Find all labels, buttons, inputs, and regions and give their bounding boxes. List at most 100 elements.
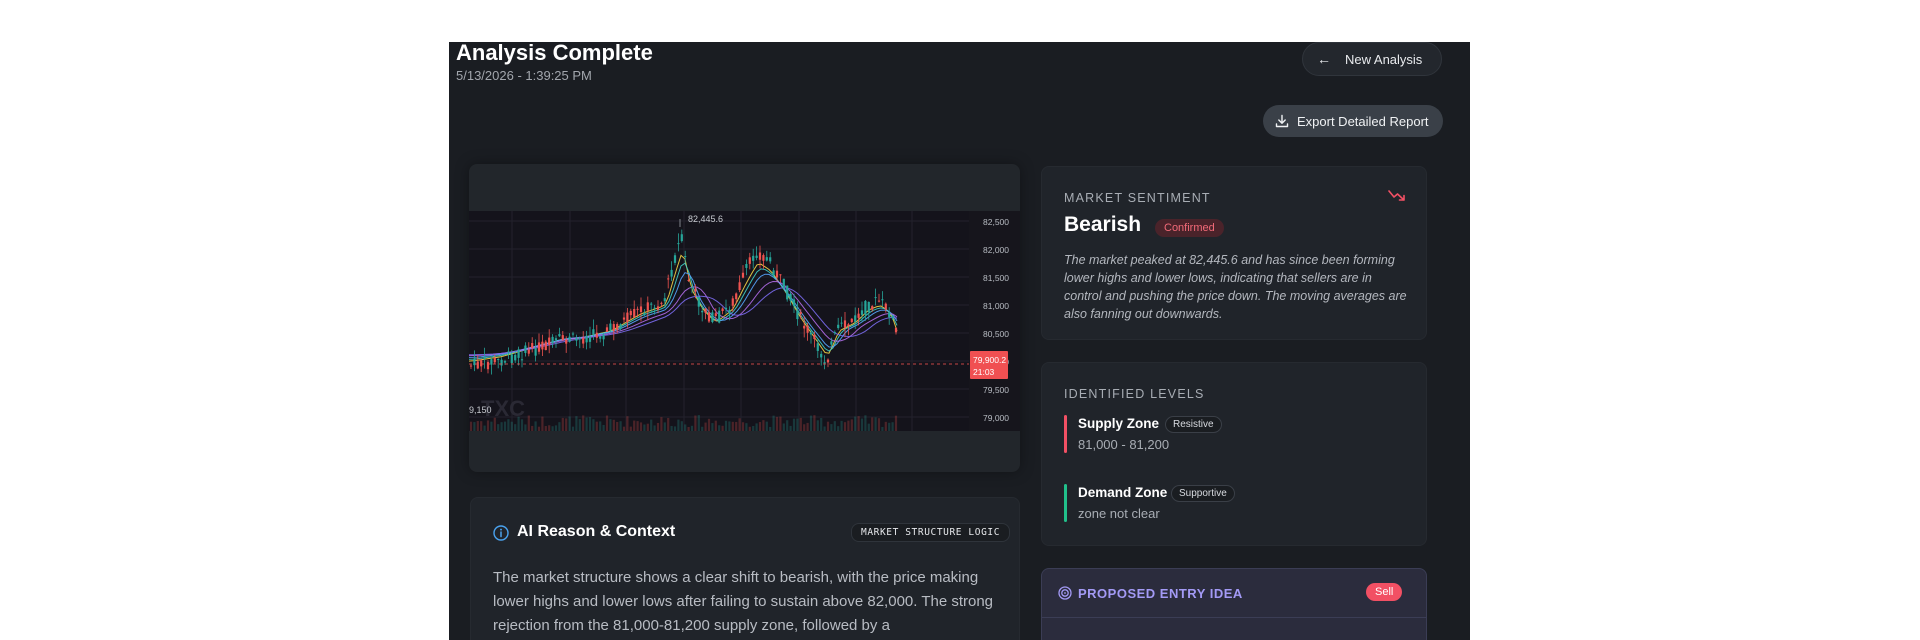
candle-body	[469, 365, 473, 367]
volume-bar	[796, 418, 799, 431]
time-tag: 21:03	[973, 367, 995, 377]
candle-body	[497, 359, 500, 361]
volume-bar	[585, 417, 588, 431]
volume-bar	[677, 419, 680, 431]
volume-bar	[728, 421, 731, 431]
export-report-button[interactable]: Export Detailed Report	[1263, 105, 1443, 137]
candle-body	[667, 278, 670, 280]
volume-bar	[534, 421, 537, 431]
volume-bar	[643, 424, 646, 431]
candle-body	[820, 353, 823, 358]
new-analysis-button[interactable]: ← New Analysis	[1302, 42, 1442, 76]
target-icon	[1058, 586, 1072, 600]
candle-body	[728, 309, 731, 313]
volume-bar	[888, 422, 891, 431]
y-tick-label: 82,000	[983, 245, 1009, 255]
candle-body	[816, 343, 819, 351]
volume-bar	[877, 418, 881, 431]
candle-body	[894, 327, 898, 333]
candle-body	[646, 302, 649, 311]
demand-zone-indicator	[1064, 484, 1067, 522]
volume-bar	[860, 418, 864, 431]
candle-body	[544, 341, 547, 351]
candle-body	[680, 234, 683, 242]
volume-bar	[639, 422, 643, 431]
ai-reason-text: The market structure shows a clear shift…	[493, 569, 994, 634]
candle-body	[571, 333, 575, 335]
candle-body	[731, 298, 734, 306]
volume-bar	[561, 417, 564, 431]
volume-bar	[857, 416, 860, 431]
candle-body	[867, 301, 870, 313]
volume-bar	[490, 421, 493, 431]
volume-bar	[724, 420, 728, 431]
candle-body	[684, 256, 687, 258]
candle-body	[837, 324, 840, 329]
volume-bar	[711, 423, 714, 431]
candle-body	[650, 303, 653, 305]
candle-body	[881, 299, 884, 301]
volume-bar	[650, 419, 653, 431]
identified-levels-label: IDENTIFIED LEVELS	[1064, 387, 1205, 401]
volume-bar	[558, 422, 561, 431]
export-report-label: Export Detailed Report	[1297, 113, 1429, 129]
candle-body	[663, 298, 666, 302]
candle-body	[697, 296, 700, 307]
info-icon	[493, 525, 509, 541]
volume-bar	[826, 421, 830, 431]
sell-badge: Sell	[1366, 583, 1403, 601]
volume-bar	[653, 425, 656, 431]
y-tick-label: 79,000	[983, 413, 1009, 423]
volume-bar	[582, 415, 585, 431]
volume-bar	[673, 426, 677, 431]
volume-bar	[646, 423, 649, 431]
candle-body	[891, 316, 894, 319]
volume-bar	[551, 426, 554, 431]
candle-body	[826, 359, 830, 363]
candle-body	[687, 279, 690, 282]
volume-bar	[503, 421, 507, 431]
sentiment-description: The market peaked at 82,445.6 and has si…	[1064, 253, 1407, 321]
candle-body	[534, 348, 537, 356]
page-title: Analysis Complete	[456, 42, 653, 65]
volume-bar	[871, 417, 874, 431]
volume-bar	[731, 421, 734, 431]
candle-body	[850, 318, 853, 323]
candle-body	[677, 243, 680, 245]
candle-body	[704, 308, 707, 313]
y-tick-label: 82,500	[983, 217, 1009, 227]
volume-bar	[548, 425, 551, 431]
volume-bar	[772, 415, 775, 431]
volume-bar	[779, 416, 782, 431]
candle-body	[643, 313, 646, 316]
volume-bar	[619, 421, 622, 431]
candle-body	[612, 324, 615, 332]
volume-bar	[520, 419, 524, 431]
candle-body	[531, 343, 534, 348]
candle-body	[653, 307, 656, 309]
volume-bar	[864, 415, 867, 431]
candle-body	[748, 257, 751, 264]
volume-bar	[762, 420, 765, 431]
volume-bar	[748, 426, 751, 431]
volume-bar	[741, 422, 745, 431]
volume-bar	[707, 418, 711, 431]
demand-zone-range: zone not clear	[1078, 506, 1160, 521]
volume-bar	[609, 419, 612, 431]
candle-body	[718, 310, 721, 323]
candle-body	[779, 274, 782, 276]
volume-bar	[595, 421, 598, 431]
volume-bar	[602, 424, 605, 431]
candle-body	[616, 324, 619, 331]
candle-body	[656, 306, 660, 310]
market-structure-tag: MARKET STRUCTURE LOGIC	[851, 523, 1011, 542]
candle-body	[830, 341, 833, 345]
candle-body	[486, 362, 490, 370]
candle-body	[510, 354, 513, 364]
volume-bar	[755, 423, 758, 431]
volume-bar	[718, 425, 721, 431]
volume-bar	[483, 425, 486, 431]
volume-bar	[697, 415, 700, 431]
volume-bar	[816, 420, 819, 431]
volume-bar	[616, 421, 619, 431]
